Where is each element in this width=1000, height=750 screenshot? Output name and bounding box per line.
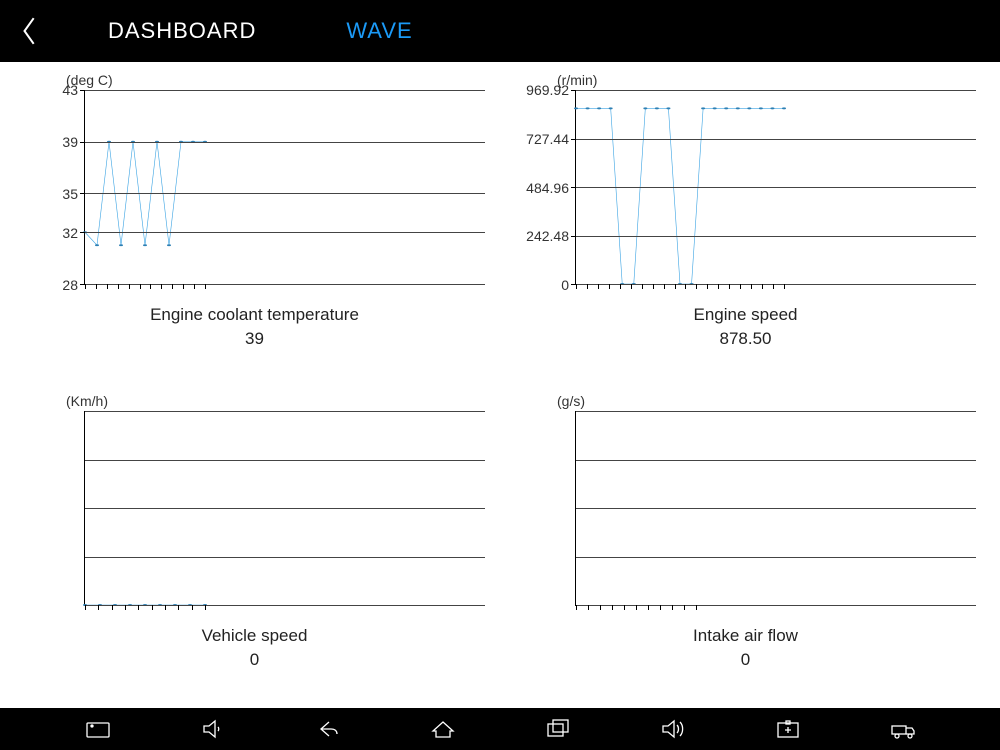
chart-plot [575,411,976,606]
tab-dashboard[interactable]: DASHBOARD [108,18,256,44]
add-panel-icon[interactable] [774,715,802,743]
chart-unit: (g/s) [557,393,976,409]
chart-plot [84,411,485,606]
chart-value: 0 [24,650,485,670]
chart-plot [575,90,976,285]
chart-value: 0 [515,650,976,670]
y-axis-labels: 2832353943 [24,90,84,285]
vehicle-icon[interactable] [889,715,917,743]
chart-value: 878.50 [515,329,976,349]
tabs: DASHBOARD WAVE [108,18,413,44]
back-button[interactable] [12,13,48,49]
home-icon[interactable] [429,715,457,743]
chart-title: Engine coolant temperature [24,305,485,325]
y-axis-labels [515,411,575,606]
charts-grid: (deg C) 2832353943 Engine coolant temper… [0,62,1000,708]
chart-plot [84,90,485,285]
camera-icon[interactable] [84,715,112,743]
back-icon[interactable] [314,715,342,743]
chart-title: Vehicle speed [24,626,485,646]
y-axis-labels: 0242.48484.96727.44969.92 [515,90,575,285]
volume-up-icon[interactable] [659,715,687,743]
chart-engine-speed: (r/min) 0242.48484.96727.44969.92 Engine… [515,72,976,387]
chart-unit: (r/min) [557,72,976,88]
nav-bar [0,708,1000,750]
chart-unit: (deg C) [66,72,485,88]
chart-intake-air: (g/s) Intake air flow 0 [515,393,976,708]
chart-unit: (Km/h) [66,393,485,409]
tab-wave[interactable]: WAVE [346,18,412,44]
volume-down-icon[interactable] [199,715,227,743]
recent-apps-icon[interactable] [544,715,572,743]
chart-title: Intake air flow [515,626,976,646]
top-bar: DASHBOARD WAVE [0,0,1000,62]
chart-vehicle-speed: (Km/h) Vehicle speed 0 [24,393,485,708]
chart-title: Engine speed [515,305,976,325]
y-axis-labels [24,411,84,606]
chart-value: 39 [24,329,485,349]
chart-coolant-temp: (deg C) 2832353943 Engine coolant temper… [24,72,485,387]
